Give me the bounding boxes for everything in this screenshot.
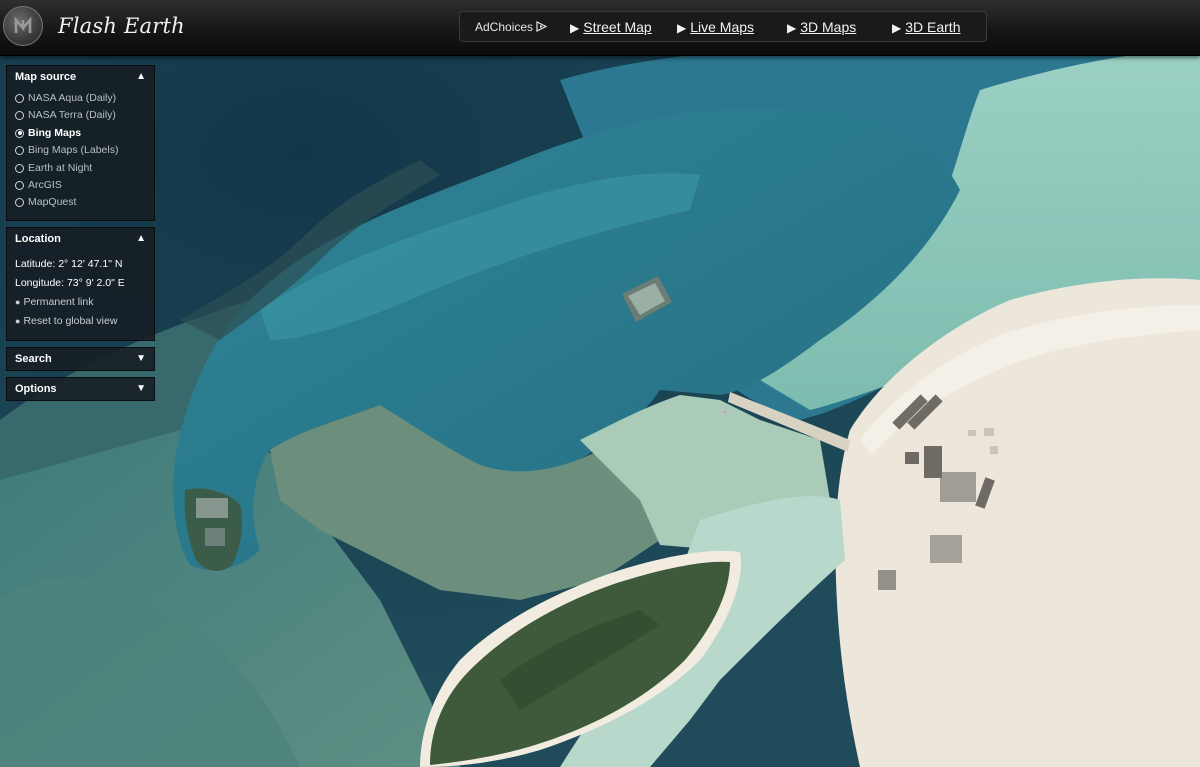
nav-3d-earth-label: 3D Earth — [905, 19, 961, 35]
options-panel: Options ▼ — [6, 377, 155, 401]
reset-global-view-link[interactable]: ● Reset to global view — [7, 312, 154, 331]
source-option-mapquest[interactable]: MapQuest — [15, 194, 154, 211]
nav-3d-maps[interactable]: ▶ 3D Maps — [787, 19, 856, 35]
flash-earth-logo[interactable] — [3, 6, 43, 46]
source-option-label: Earth at Night — [28, 161, 93, 174]
source-option-label: NASA Terra (Daily) — [28, 109, 116, 122]
caret-up-icon: ▲ — [136, 233, 146, 244]
radio-button[interactable] — [15, 180, 24, 190]
nav-3d-maps-label: 3D Maps — [800, 19, 857, 35]
source-option-label: MapQuest — [28, 196, 77, 209]
latitude-readout: Latitude: 2° 12' 47.1" N — [15, 258, 123, 270]
permanent-link-label: Permanent link — [23, 296, 94, 308]
nav-3d-earth[interactable]: ▶ 3D Earth — [892, 19, 960, 35]
search-title: Search — [15, 353, 52, 365]
source-option-bing-maps-labels[interactable]: Bing Maps (Labels) — [15, 142, 154, 159]
play-arrow-icon: ▶ — [570, 21, 580, 35]
caret-down-icon: ▼ — [136, 383, 146, 394]
source-option-arcgis[interactable]: ArcGIS — [15, 177, 154, 194]
adchoices-icon — [536, 21, 548, 35]
radio-button[interactable] — [15, 146, 24, 156]
satellite-map[interactable] — [0, 0, 1200, 767]
adchoices-link[interactable]: AdChoices — [475, 20, 548, 34]
caret-up-icon: ▲ — [136, 71, 146, 82]
source-option-label: NASA Aqua (Daily) — [28, 92, 117, 104]
search-panel: Search ▼ — [6, 347, 155, 371]
source-option-bing-maps[interactable]: Bing Maps — [15, 125, 154, 142]
nav-street-map[interactable]: ▶ Street Map — [570, 19, 652, 35]
logo-glyph-icon — [14, 16, 32, 33]
top-navigation: AdChoices ▶ Street Map ▶ Live Maps ▶ 3D Map… — [459, 11, 987, 42]
bullet-icon: ● — [15, 297, 21, 307]
app-title: Flash Earth — [58, 14, 185, 38]
options-header[interactable]: Options ▼ — [7, 378, 154, 400]
radio-button[interactable] — [15, 111, 24, 121]
radio-button-selected[interactable] — [15, 128, 24, 138]
source-option-earth-at-night[interactable]: Earth at Night — [15, 160, 154, 177]
search-header[interactable]: Search ▼ — [7, 348, 154, 370]
adchoices-label: AdChoices — [475, 20, 534, 34]
source-option-label: ArcGIS — [28, 178, 62, 191]
permanent-link[interactable]: ● Permanent link — [7, 293, 154, 312]
source-option-nasa-aqua[interactable]: NASA Aqua (Daily) — [15, 90, 154, 107]
reset-global-view-label: Reset to global view — [23, 315, 118, 327]
crosshair-icon — [719, 405, 731, 418]
source-option-label: Bing Maps (Labels) — [28, 144, 119, 157]
play-arrow-icon: ▶ — [677, 21, 687, 35]
source-option-label: Bing Maps — [28, 126, 82, 139]
location-title: Location — [15, 233, 61, 245]
radio-button[interactable] — [15, 94, 24, 103]
map-source-panel: Map source ▲ NASA Aqua (Daily) NASA Terr… — [6, 65, 155, 221]
bullet-icon: ● — [15, 316, 21, 326]
play-arrow-icon: ▶ — [892, 21, 902, 35]
map-source-options: NASA Aqua (Daily) NASA Terra (Daily) Bin… — [7, 88, 154, 218]
location-header[interactable]: Location ▲ — [7, 228, 154, 250]
longitude-readout: Longitude: 73° 9' 2.0" E — [15, 277, 125, 289]
radio-button[interactable] — [15, 198, 24, 208]
top-bar: Flash Earth AdChoices ▶ Street Map ▶ Live … — [0, 0, 1200, 56]
nav-street-map-label: Street Map — [583, 19, 652, 35]
map-source-title: Map source — [15, 71, 77, 83]
nav-live-maps[interactable]: ▶ Live Maps — [677, 19, 754, 35]
caret-down-icon: ▼ — [136, 353, 146, 364]
location-panel: Location ▲ Latitude: 2° 12' 47.1" N Long… — [6, 227, 155, 341]
nav-live-maps-label: Live Maps — [690, 19, 755, 35]
map-source-header[interactable]: Map source ▲ — [7, 66, 154, 88]
radio-button[interactable] — [15, 163, 24, 173]
play-arrow-icon: ▶ — [787, 21, 797, 35]
source-option-nasa-terra[interactable]: NASA Terra (Daily) — [15, 107, 154, 124]
options-title: Options — [15, 383, 57, 395]
